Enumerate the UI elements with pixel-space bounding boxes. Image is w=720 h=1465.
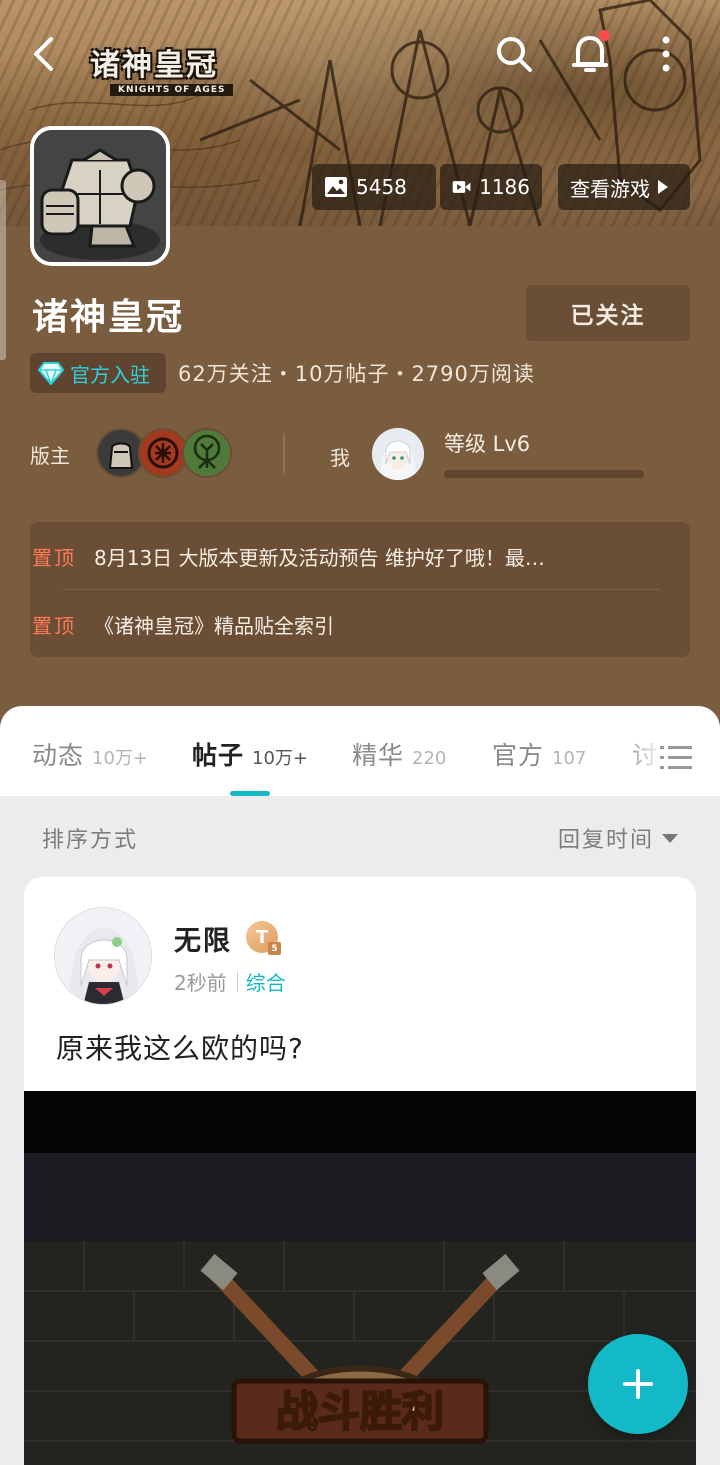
official-badge: 官方入驻 [30, 353, 166, 393]
images-count-chip[interactable]: 5458 [312, 164, 436, 210]
logo-subtext: KNIGHTS OF AGES [110, 84, 234, 96]
search-button[interactable] [490, 30, 538, 78]
chevron-down-icon [662, 833, 679, 843]
post-meta: 2秒前 综合 [174, 967, 286, 996]
post-category[interactable]: 综合 [246, 967, 286, 996]
game-title: 诸神皇冠 [32, 297, 185, 338]
image-caption: 战斗胜利 [276, 1387, 444, 1436]
user-avatar-icon [372, 428, 424, 480]
back-arrow-icon [34, 37, 53, 71]
content-tabs: 动态 10万+ 帖子 10万+ 精华 220 官方 107 讨 [0, 706, 720, 796]
pinned-post-title: 8月13日 大版本更新及活动预告 维护好了哦！最… [94, 545, 545, 570]
pinned-post-item[interactable]: 置顶 《诸神皇冠》精品贴全索引 [32, 609, 334, 639]
tab-label: 帖子 [192, 741, 245, 770]
author-level-badge: T 5 [246, 921, 281, 955]
post-author-name[interactable]: 无限 [174, 919, 232, 958]
diamond-icon [38, 362, 64, 385]
list-menu-icon [660, 746, 692, 769]
tree-avatar-icon [184, 430, 230, 476]
notification-dot [599, 30, 610, 41]
pinned-post-item[interactable]: 置顶 8月13日 大版本更新及活动预告 维护好了哦！最… [32, 541, 632, 571]
divider [62, 589, 660, 590]
forum-header: 诸神皇冠 KNIGHTS OF AGES 5458 1186 查看游戏 诸神皇冠… [0, 0, 720, 730]
red-emblem-avatar-icon [140, 430, 186, 476]
tab-dynamics[interactable]: 动态 10万+ [32, 736, 148, 772]
post-time: 2秒前 [174, 971, 227, 995]
moderator-label: 版主 [30, 444, 70, 468]
videos-count-chip[interactable]: 1186 [440, 164, 542, 210]
tab-label: 精华 [352, 741, 405, 770]
tab-count: 107 [552, 748, 587, 769]
armor-icon [34, 130, 166, 262]
play-triangle-icon [658, 180, 668, 194]
more-vertical-icon [662, 36, 670, 72]
badge-level: 5 [268, 942, 281, 955]
post-text: 原来我这么欧的吗? [56, 1032, 304, 1065]
view-game-label: 查看游戏 [570, 176, 650, 201]
tab-label: 官方 [492, 741, 545, 770]
tab-official[interactable]: 官方 107 [492, 736, 586, 772]
anime-girl-avatar-icon [55, 908, 151, 1004]
pinned-tag: 置顶 [32, 545, 76, 570]
badge-letter: T [255, 926, 269, 948]
active-tab-indicator [230, 791, 270, 796]
divider [236, 971, 238, 992]
level-progress-bar [444, 470, 644, 478]
pinned-post-title: 《诸神皇冠》精品贴全索引 [94, 613, 334, 638]
tab-label: 动态 [32, 741, 85, 770]
more-options-button[interactable] [646, 30, 686, 78]
view-game-button[interactable]: 查看游戏 [558, 164, 690, 210]
tab-featured[interactable]: 精华 220 [352, 736, 446, 772]
images-count: 5458 [356, 175, 407, 199]
back-button[interactable] [22, 30, 66, 78]
edge-indicator [0, 180, 6, 360]
tab-posts[interactable]: 帖子 10万+ [192, 736, 308, 772]
video-icon [452, 181, 471, 193]
author-avatar[interactable] [54, 907, 152, 1005]
sort-label: 排序方式 [42, 828, 139, 853]
tab-count: 220 [412, 748, 447, 769]
image-icon [325, 177, 347, 197]
sort-value: 回复时间 [558, 828, 655, 853]
divider [283, 433, 285, 473]
me-label: 我 [330, 446, 350, 470]
pinned-tag: 置顶 [32, 613, 76, 638]
sort-dropdown[interactable]: 回复时间 [558, 822, 679, 854]
moderator-avatar[interactable] [182, 428, 232, 478]
tab-menu-button[interactable] [660, 744, 692, 772]
my-avatar[interactable] [372, 428, 424, 480]
videos-count: 1186 [479, 175, 530, 199]
follow-button[interactable]: 已关注 [526, 285, 690, 341]
notification-button[interactable] [566, 28, 614, 78]
forum-stats: 62万关注・10万帖子・2790万阅读 [178, 362, 535, 386]
game-icon-avatar[interactable] [30, 126, 170, 266]
moderator-avatar[interactable] [138, 428, 188, 478]
plus-icon [623, 1369, 653, 1399]
game-logo: 诸神皇冠 KNIGHTS OF AGES [80, 30, 250, 100]
tab-count: 10万+ [252, 748, 309, 769]
tab-count: 10万+ [92, 748, 149, 769]
user-level: 等级 Lv6 [444, 432, 531, 456]
official-badge-label: 官方入驻 [70, 362, 150, 387]
logo-text: 诸神皇冠 [90, 48, 218, 83]
search-icon [497, 37, 532, 72]
create-post-button[interactable] [588, 1334, 688, 1434]
